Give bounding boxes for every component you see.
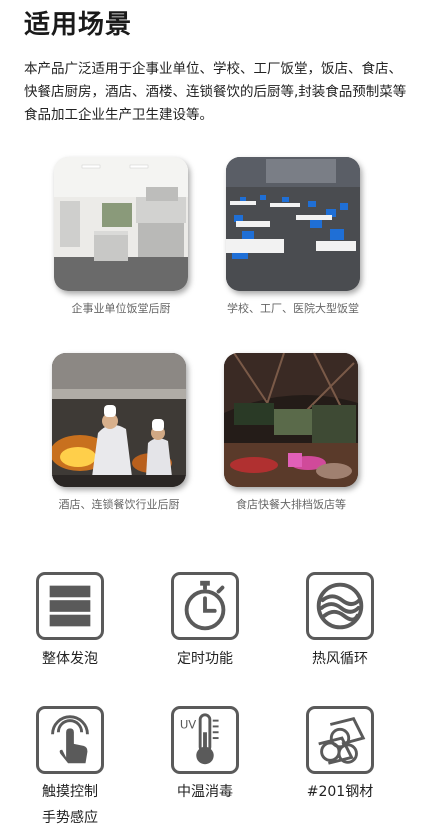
feature-label: #201钢材 [306,784,374,800]
feature-label: 热风循环 [312,651,368,667]
scene-caption: 酒店、连锁餐饮行业后厨 [58,498,180,511]
intro-text: 本产品广泛适用于企事业单位、学校、工厂饭堂，饭店、食店、快餐店厨房，酒店、酒楼、… [24,61,407,123]
layers-icon [36,572,104,640]
timer-icon [171,572,239,640]
feature-label: 触摸控制 [42,784,98,800]
uv-text: UV [180,717,196,731]
scene-image-corporate-kitchen [54,157,188,291]
scene-image-canteen [226,157,360,291]
scene-image-restaurant-kitchen [52,353,186,487]
scene-caption: 企事业单位饭堂后厨 [71,302,171,315]
scene-caption: 食店快餐大排档饭店等 [236,498,346,511]
feature-label: 中温消毒 [177,784,233,800]
scene-image-street-food [224,353,358,487]
thermometer-icon: UV [171,706,239,774]
steel-tubes-icon [306,706,374,774]
touch-icon [36,706,104,774]
scene-caption: 学校、工厂、医院大型饭堂 [227,302,359,315]
feature-label: 整体发泡 [42,651,98,667]
feature-label: 定时功能 [177,651,233,667]
page-title: 适用场景 [24,10,133,40]
hot-air-icon [306,572,374,640]
feature-label-secondary: 手势感应 [42,810,98,826]
